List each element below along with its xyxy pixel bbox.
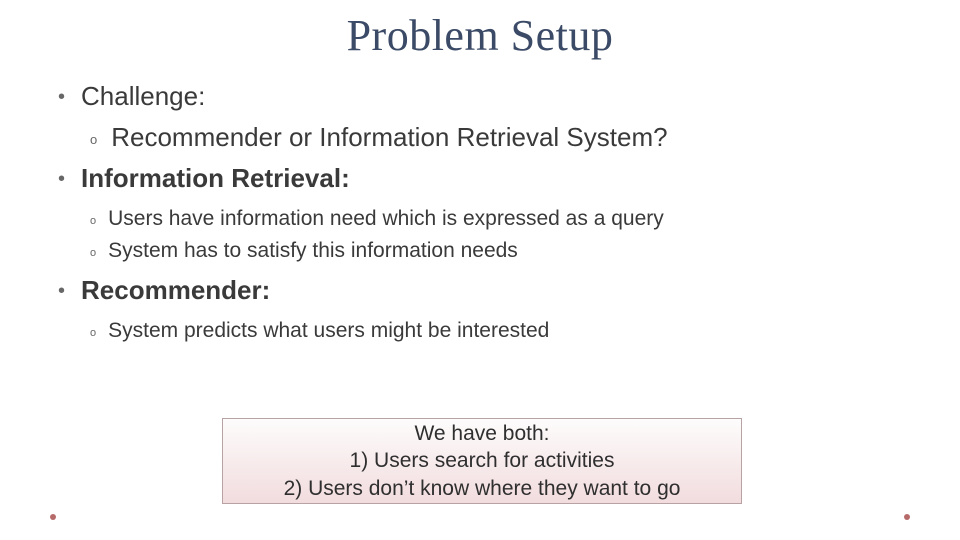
list-item: • Recommender: o System predicts what us… [58, 273, 912, 345]
list-item: o System predicts what users might be in… [90, 316, 912, 345]
bullet-recommender: • Recommender: [58, 273, 912, 308]
bullet-icon: • [58, 87, 65, 107]
sub-list: o System predicts what users might be in… [58, 316, 912, 345]
list-item: • Challenge: o Recommender or Informatio… [58, 79, 912, 155]
sub-list: o Users have information need which is e… [58, 204, 912, 265]
bullet-icon: • [58, 281, 65, 301]
bullet-label: Information Retrieval: [81, 161, 350, 196]
callout-line: 1) Users search for activities [350, 447, 615, 474]
circle-icon: o [90, 246, 96, 261]
slide: Problem Setup • Challenge: o Recommender… [0, 0, 960, 540]
callout-line: 2) Users don’t know where they want to g… [284, 475, 681, 502]
bullet-label: Challenge: [81, 79, 205, 114]
decor-dot-icon [50, 514, 56, 520]
callout-box: We have both: 1) Users search for activi… [222, 418, 742, 504]
circle-icon: o [90, 131, 97, 149]
sub-bullet-text: Users have information need which is exp… [108, 204, 664, 233]
bullet-icon: • [58, 169, 65, 189]
list-item: o System has to satisfy this information… [90, 236, 912, 265]
list-item: o Users have information need which is e… [90, 204, 912, 233]
list-item: • Information Retrieval: o Users have in… [58, 161, 912, 265]
bullet-ir: • Information Retrieval: [58, 161, 912, 196]
sub-bullet-text: System has to satisfy this information n… [108, 236, 518, 265]
callout-line: We have both: [414, 420, 549, 447]
circle-icon: o [90, 326, 96, 341]
sub-bullet-text: System predicts what users might be inte… [108, 316, 549, 345]
list-item: o Recommender or Information Retrieval S… [90, 120, 912, 155]
slide-title: Problem Setup [48, 10, 912, 61]
sub-bullet-text: Recommender or Information Retrieval Sys… [111, 120, 667, 155]
bullet-list: • Challenge: o Recommender or Informatio… [48, 79, 912, 346]
bullet-label: Recommender: [81, 273, 270, 308]
bullet-challenge: • Challenge: [58, 79, 912, 114]
circle-icon: o [90, 214, 96, 229]
sub-list: o Recommender or Information Retrieval S… [58, 120, 912, 155]
decor-dot-icon [904, 514, 910, 520]
